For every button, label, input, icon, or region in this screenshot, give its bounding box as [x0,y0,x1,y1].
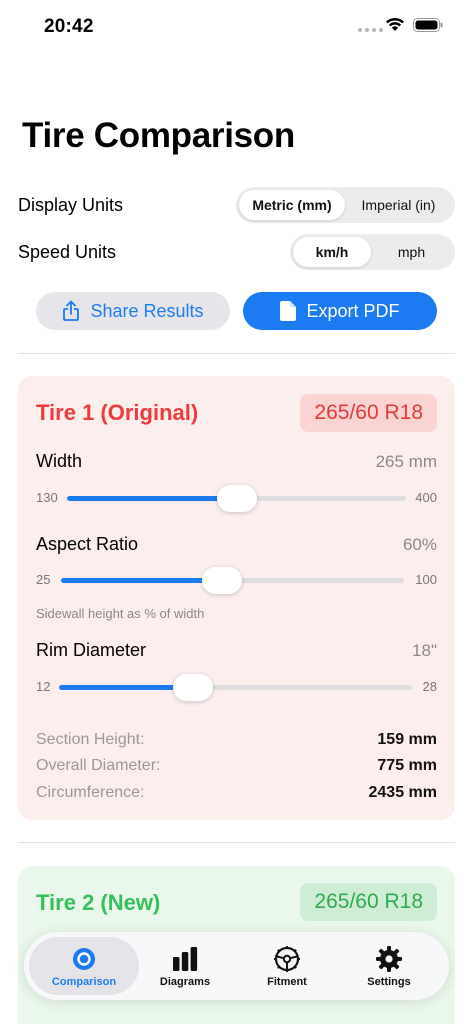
aspect-ratio-slider[interactable]: 25 100 [36,567,437,594]
speed-units-label: Speed Units [18,242,117,262]
gear-icon [376,945,402,972]
tire2-size-badge: 265/60 R18 [300,883,437,921]
wifi-icon [386,17,404,31]
width-min: 130 [36,490,58,505]
aspect-ratio-slider-track[interactable] [61,567,404,594]
divider [18,842,455,843]
rim-diameter-slider[interactable]: 12 28 [36,674,437,701]
status-time: 20:42 [44,16,94,37]
stat-label: Section Height: [36,731,145,748]
segment-mph[interactable]: mph [371,237,452,267]
page-title: Tire Comparison [22,116,295,155]
steering-wheel-icon [274,945,300,972]
export-pdf-button[interactable]: Export PDF [243,292,437,330]
aspect-ratio-label: Aspect Ratio [36,534,139,554]
stat-label: Overall Diameter: [36,757,161,774]
stat-row-circumference: Circumference: 2435 mm [36,784,437,806]
stat-value: 2435 mm [368,784,438,801]
segment-metric[interactable]: Metric (mm) [239,190,345,220]
aspect-ratio-value: 60% [402,535,437,554]
aspect-ratio-slider-thumb[interactable] [202,567,243,594]
aspect-ratio-hint: Sidewall height as % of width [36,606,205,621]
rim-diameter-max: 28 [422,679,437,694]
document-icon [280,301,297,321]
width-slider[interactable]: 130 400 [36,485,437,512]
width-slider-fill [67,496,237,501]
tire1-title: Tire 1 (Original) [36,400,199,425]
divider [18,353,455,354]
stat-label: Circumference: [36,784,145,801]
stat-row-overall-diameter: Overall Diameter: 775 mm [36,757,437,779]
signal-dots-icon [358,28,383,32]
width-slider-thumb[interactable] [216,485,257,512]
tab-bar: Comparison Diagrams Fitment Settings [24,932,449,1000]
rim-diameter-slider-track[interactable] [59,674,412,701]
tab-settings[interactable]: Settings [334,937,444,995]
tab-comparison-label: Comparison [51,975,117,988]
tab-comparison[interactable]: Comparison [29,937,139,995]
rim-diameter-min: 12 [36,679,51,694]
battery-icon [413,18,443,32]
aspect-ratio-min: 25 [36,572,51,587]
rim-diameter-label: Rim Diameter [36,640,147,660]
segment-kmh[interactable]: km/h [293,237,371,267]
width-value: 265 mm [375,452,437,471]
display-units-segmented-control: Metric (mm) Imperial (in) [236,187,455,223]
tab-fitment-label: Fitment [267,975,307,988]
share-icon [63,300,80,321]
width-label: Width [36,451,83,471]
rim-diameter-slider-thumb[interactable] [173,674,214,701]
segment-imperial[interactable]: Imperial (in) [345,190,452,220]
export-pdf-label: Export PDF [306,300,400,321]
tire2-title: Tire 2 (New) [36,890,161,915]
tab-fitment[interactable]: Fitment [232,937,342,995]
circle-icon [73,947,95,970]
tab-settings-label: Settings [367,975,411,988]
bar-chart-icon [173,946,198,971]
aspect-ratio-max: 100 [415,572,437,587]
width-slider-track[interactable] [67,485,406,512]
share-results-label: Share Results [90,300,204,321]
speed-units-segmented-control: km/h mph [290,234,455,270]
rim-diameter-value: 18" [412,641,437,660]
display-units-label: Display Units [18,195,124,215]
speed-units-row: Speed Units km/h mph [18,234,455,270]
share-results-button[interactable]: Share Results [36,292,230,330]
stat-row-section-height: Section Height: 159 mm [36,731,437,753]
aspect-ratio-slider-fill [61,578,223,583]
tab-diagrams[interactable]: Diagrams [130,937,240,995]
display-units-row: Display Units Metric (mm) Imperial (in) [18,187,455,223]
stat-value: 775 mm [377,757,437,774]
status-bar: 20:42 [0,0,473,54]
width-max: 400 [415,490,437,505]
tab-diagrams-label: Diagrams [159,975,211,988]
tire1-card: Tire 1 (Original) 265/60 R18 Width 265 m… [18,376,455,820]
stat-value: 159 mm [377,731,437,748]
tire1-size-badge: 265/60 R18 [300,394,437,432]
